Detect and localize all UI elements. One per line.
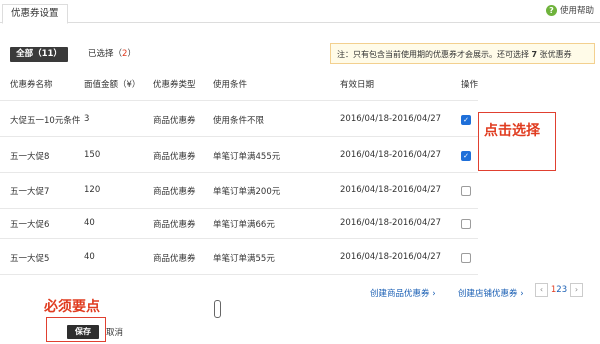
filter-all-button[interactable]: 全部（11）	[10, 47, 68, 62]
coupon-date: 2016/04/18-2016/04/27	[340, 252, 442, 262]
coupon-name: 大促五一10元条件	[10, 116, 81, 126]
help-link[interactable]: ? 使用帮助	[545, 5, 594, 17]
next-page-button[interactable]: ›	[570, 283, 584, 297]
filter-selected-label: 已选择（	[88, 49, 123, 59]
coupon-condition: 单笔订单满66元	[213, 220, 275, 230]
coupon-name: 五一大促7	[10, 187, 50, 197]
header-amount: 面值金额（¥）	[84, 80, 141, 90]
coupon-name: 五一大促8	[10, 152, 50, 162]
table-row: 大促五一10元条件 3 商品优惠券 使用条件不限 2016/04/18-2016…	[0, 100, 478, 136]
row-select-checkbox[interactable]	[461, 219, 471, 229]
cancel-button[interactable]: 取消	[106, 326, 123, 338]
tab-bar	[0, 0, 600, 23]
notice-text-before: 注：只有包含当前使用期的优惠券才会展示。还可选择	[337, 50, 532, 59]
header-action: 操作	[461, 80, 479, 90]
row-select-checkbox[interactable]: ✓	[461, 115, 471, 125]
header-condition: 使用条件	[213, 80, 248, 90]
create-product-coupon-link[interactable]: 创建商品优惠券 ›	[370, 287, 436, 299]
coupon-type: 商品优惠券	[153, 152, 196, 162]
save-button[interactable]: 保存	[67, 325, 99, 339]
annotation-must-click: 必须要点	[44, 299, 100, 315]
tab-coupon-settings[interactable]: 优惠券设置	[2, 4, 68, 24]
annotation-click-select: 点击选择	[484, 123, 540, 139]
mouse-cursor-icon	[214, 300, 221, 318]
table-row: 五一大促7 120 商品优惠券 单笔订单满200元 2016/04/18-201…	[0, 172, 478, 208]
coupon-amount: 120	[84, 185, 101, 195]
coupon-condition: 使用条件不限	[213, 116, 265, 126]
question-circle-icon: ?	[545, 5, 557, 16]
coupon-type: 商品优惠券	[153, 254, 196, 264]
coupon-name: 五一大促5	[10, 254, 50, 264]
coupon-type: 商品优惠券	[153, 220, 196, 230]
coupon-date: 2016/04/18-2016/04/27	[340, 114, 442, 124]
row-select-checkbox[interactable]: ✓	[461, 151, 471, 161]
header-coupon-name: 优惠券名称	[10, 80, 53, 90]
coupon-date: 2016/04/18-2016/04/27	[340, 218, 442, 228]
coupon-condition: 单笔订单满455元	[213, 152, 281, 162]
pagination: ‹ 123 ›	[535, 283, 584, 297]
coupon-condition: 单笔订单满200元	[213, 187, 281, 197]
page-link[interactable]: 3	[562, 285, 567, 295]
coupon-type: 商品优惠券	[153, 116, 196, 126]
filter-selected-button[interactable]: 已选择（2）	[88, 47, 136, 62]
coupon-condition: 单笔订单满55元	[213, 254, 275, 264]
coupon-amount: 40	[84, 218, 95, 228]
coupon-date: 2016/04/18-2016/04/27	[340, 150, 442, 160]
coupon-type: 商品优惠券	[153, 187, 196, 197]
table-row: 五一大促5 40 商品优惠券 单笔订单满55元 2016/04/18-2016/…	[0, 238, 478, 274]
coupon-amount: 150	[84, 150, 101, 160]
row-select-checkbox[interactable]	[461, 186, 471, 196]
prev-page-button[interactable]: ‹	[535, 283, 548, 297]
coupon-name: 五一大促6	[10, 220, 50, 230]
notice-text-after: 张优惠券	[537, 50, 572, 59]
row-divider	[0, 274, 478, 275]
filter-selected-suffix: ）	[127, 49, 136, 59]
header-coupon-type: 优惠券类型	[153, 80, 196, 90]
coupon-amount: 3	[84, 114, 90, 124]
header-valid-date: 有效日期	[340, 80, 375, 90]
notice-banner: 注：只有包含当前使用期的优惠券才会展示。还可选择 7 张优惠券	[330, 43, 595, 64]
row-select-checkbox[interactable]	[461, 253, 471, 263]
coupon-date: 2016/04/18-2016/04/27	[340, 185, 442, 195]
coupon-amount: 40	[84, 252, 95, 262]
create-shop-coupon-link[interactable]: 创建店铺优惠券 ›	[458, 287, 524, 299]
help-label: 使用帮助	[559, 6, 594, 16]
table-row: 五一大促8 150 商品优惠券 单笔订单满455元 2016/04/18-201…	[0, 136, 478, 172]
